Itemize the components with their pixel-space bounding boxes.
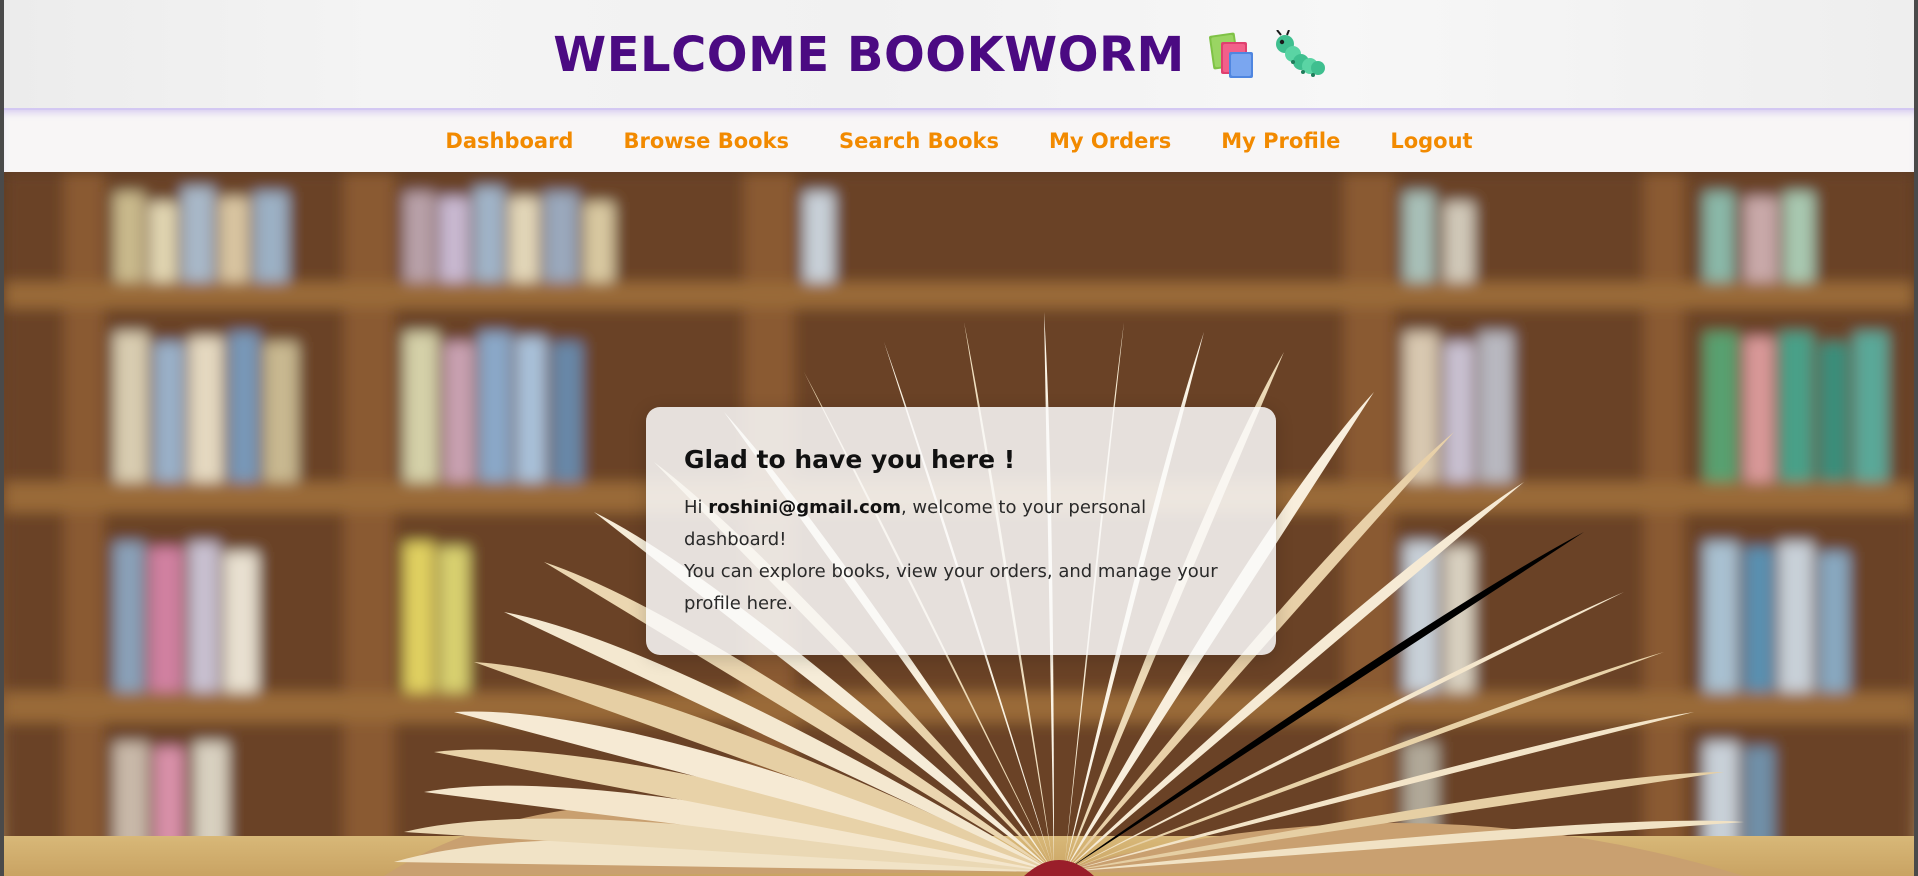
nav-my-orders[interactable]: My Orders bbox=[1049, 129, 1171, 153]
nav-browse-books[interactable]: Browse Books bbox=[623, 129, 789, 153]
nav-dashboard[interactable]: Dashboard bbox=[445, 129, 573, 153]
header-title-wrap: WELCOME BOOKWORM bbox=[4, 24, 1914, 86]
page-title: WELCOME BOOKWORM bbox=[553, 27, 1185, 83]
user-email: roshini@gmail.com bbox=[708, 497, 901, 518]
card-heading: Glad to have you here ! bbox=[684, 445, 1016, 474]
caterpillar-icon bbox=[1273, 29, 1325, 80]
books-icon bbox=[1207, 30, 1259, 80]
app-window: WELCOME BOOKWORM Dashboard Browse Books … bbox=[0, 0, 1918, 876]
card-greeting: Hi roshini@gmail.com, welcome to your pe… bbox=[684, 492, 1238, 556]
main-nav: Dashboard Browse Books Search Books My O… bbox=[4, 108, 1914, 172]
welcome-card: Glad to have you here ! Hi roshini@gmail… bbox=[646, 407, 1276, 655]
site-header: WELCOME BOOKWORM bbox=[4, 0, 1914, 108]
nav-logout[interactable]: Logout bbox=[1390, 129, 1472, 153]
title-icons bbox=[1207, 29, 1325, 80]
nav-search-books[interactable]: Search Books bbox=[839, 129, 999, 153]
card-description: You can explore books, view your orders,… bbox=[684, 561, 1218, 614]
greeting-prefix: Hi bbox=[684, 497, 709, 518]
nav-my-profile[interactable]: My Profile bbox=[1221, 129, 1340, 153]
